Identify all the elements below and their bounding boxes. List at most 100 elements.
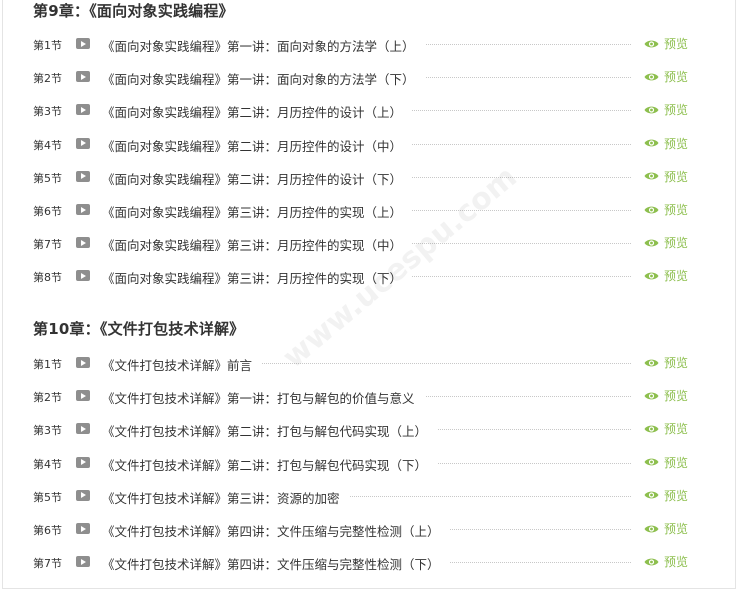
section-number: 第2节 (33, 391, 62, 405)
section-number: 第6节 (33, 205, 62, 218)
play-video-icon (76, 237, 90, 249)
lesson-row[interactable]: 第3节 《面向对象实践编程》第二讲：月历控件的设计（上） 预览 (3, 94, 740, 127)
lesson-title-link[interactable]: 《面向对象实践编程》第二讲：月历控件的设计（上） (102, 102, 413, 122)
preview-label: 预览 (664, 455, 689, 470)
eye-icon (644, 239, 659, 247)
eye-icon (644, 206, 659, 213)
lesson-row[interactable]: 第2节 《文件打包技术详解》第一讲：打包与解包的价值与意义 预览 (3, 380, 740, 413)
eye-icon (644, 106, 659, 114)
preview-label: 预览 (664, 269, 689, 284)
lesson-row[interactable]: 第1节 《文件打包技术详解》前言 预览 (3, 347, 740, 380)
section-number: 第2节 (33, 72, 62, 86)
preview-button[interactable]: 预览 (644, 68, 688, 85)
lesson-title-link[interactable]: 《文件打包技术详解》第二讲：打包与解包代码实现（上） (102, 421, 438, 441)
lesson-row[interactable]: 第4节 《面向对象实践编程》第二讲：月历控件的设计（中） 预览 (3, 128, 740, 161)
section-number: 第5节 (33, 490, 62, 504)
lesson-row[interactable]: 第7节 《文件打包技术详解》第四讲：文件压缩与完整性检测（下） 预览 (3, 546, 740, 579)
preview-label: 预览 (664, 555, 689, 570)
preview-label: 预览 (664, 70, 689, 85)
lesson-title-link[interactable]: 《面向对象实践编程》第三讲：月历控件的实现（下） (102, 268, 413, 288)
preview-label: 预览 (664, 169, 689, 184)
preview-label: 预览 (664, 203, 689, 217)
section-number: 第3节 (33, 105, 62, 119)
preview-button[interactable]: 预览 (644, 454, 688, 471)
play-video-icon (76, 523, 90, 534)
preview-label: 预览 (664, 422, 689, 437)
section-number: 第6节 (33, 524, 62, 537)
preview-button[interactable]: 预览 (644, 168, 688, 185)
play-video-icon (76, 204, 90, 215)
lesson-title-link[interactable]: 《面向对象实践编程》第二讲：月历控件的设计（下） (102, 168, 413, 188)
lesson-title-link[interactable]: 《文件打包技术详解》第一讲：打包与解包的价值与意义 (102, 388, 425, 408)
eye-icon (644, 558, 659, 566)
eye-icon (644, 272, 659, 280)
eye-icon (644, 425, 659, 433)
lesson-row[interactable]: 第6节 《面向对象实践编程》第三讲：月历控件的实现（上） 预览 (3, 194, 740, 227)
preview-button[interactable]: 预览 (644, 487, 688, 504)
eye-icon (644, 73, 659, 81)
preview-label: 预览 (664, 522, 689, 536)
preview-button[interactable]: 预览 (644, 101, 688, 118)
section-number: 第3节 (33, 424, 62, 438)
eye-icon (644, 458, 659, 466)
play-video-icon (76, 270, 90, 282)
lesson-title-link[interactable]: 《文件打包技术详解》前言 (102, 355, 263, 374)
play-video-icon (76, 357, 90, 368)
preview-button[interactable]: 预览 (644, 201, 688, 218)
preview-button[interactable]: 预览 (644, 420, 688, 437)
lesson-row[interactable]: 第8节 《面向对象实践编程》第三讲：月历控件的实现（下） 预览 (3, 260, 740, 293)
preview-button[interactable]: 预览 (644, 520, 688, 537)
chapter-title: 第9章：《面向对象实践编程》 (33, 2, 234, 20)
section-number: 第5节 (33, 171, 62, 185)
play-video-icon (76, 423, 90, 435)
eye-icon (644, 359, 659, 366)
lesson-row[interactable]: 第6节 《文件打包技术详解》第四讲：文件压缩与完整性检测（上） 预览 (3, 513, 740, 546)
section-number: 第8节 (33, 271, 62, 285)
section-number: 第7节 (33, 238, 62, 252)
lesson-row[interactable]: 第7节 《面向对象实践编程》第三讲：月历控件的实现（中） 预览 (3, 227, 740, 260)
lesson-title-link[interactable]: 《面向对象实践编程》第三讲：月历控件的实现（上） (102, 202, 413, 221)
lesson-row[interactable]: 第4节 《文件打包技术详解》第二讲：打包与解包代码实现（下） 预览 (3, 447, 740, 480)
preview-button[interactable]: 预览 (644, 234, 688, 251)
preview-button[interactable]: 预览 (644, 354, 688, 371)
eye-icon (644, 40, 659, 47)
lesson-title-link[interactable]: 《文件打包技术详解》第四讲：文件压缩与完整性检测（上） (102, 521, 450, 540)
eye-icon (644, 491, 659, 499)
section-number: 第1节 (33, 39, 62, 52)
section-number: 第1节 (33, 358, 62, 371)
preview-button[interactable]: 预览 (644, 135, 688, 152)
lesson-title-link[interactable]: 《文件打包技术详解》第四讲：文件压缩与完整性检测（下） (102, 554, 450, 574)
preview-label: 预览 (664, 389, 689, 404)
preview-button[interactable]: 预览 (644, 553, 688, 570)
lesson-row[interactable]: 第2节 《面向对象实践编程》第一讲：面向对象的方法学（下） 预览 (3, 61, 740, 94)
eye-icon (644, 139, 659, 147)
lesson-title-link[interactable]: 《面向对象实践编程》第三讲：月历控件的实现（中） (102, 235, 413, 255)
preview-button[interactable]: 预览 (644, 387, 688, 404)
chapter-title: 第10章：《文件打包技术详解》 (33, 320, 245, 338)
eye-icon (644, 172, 659, 180)
lesson-title-link[interactable]: 《文件打包技术详解》第二讲：打包与解包代码实现（下） (102, 454, 438, 474)
play-video-icon (76, 390, 90, 402)
lesson-row[interactable]: 第3节 《文件打包技术详解》第二讲：打包与解包代码实现（上） 预览 (3, 413, 740, 446)
preview-label: 预览 (664, 236, 689, 251)
preview-button[interactable]: 预览 (644, 267, 688, 284)
play-video-icon (76, 38, 90, 49)
lesson-row[interactable]: 第1节 《面向对象实践编程》第一讲：面向对象的方法学（上） 预览 (3, 28, 740, 61)
lesson-row[interactable]: 第5节 《文件打包技术详解》第三讲：资源的加密 预览 (3, 480, 740, 513)
preview-label: 预览 (664, 488, 689, 503)
section-number: 第4节 (33, 457, 62, 471)
lesson-title-link[interactable]: 《面向对象实践编程》第二讲：月历控件的设计（中） (102, 135, 413, 155)
play-video-icon (76, 137, 90, 149)
play-video-icon (76, 104, 90, 116)
preview-button[interactable]: 预览 (644, 35, 688, 52)
section-number: 第4节 (33, 138, 62, 152)
play-video-icon (76, 71, 90, 83)
eye-icon (644, 525, 659, 532)
lesson-title-link[interactable]: 《文件打包技术详解》第三讲：资源的加密 (102, 487, 350, 507)
preview-label: 预览 (664, 136, 689, 151)
lesson-title-link[interactable]: 《面向对象实践编程》第一讲：面向对象的方法学（下） (102, 69, 425, 89)
preview-label: 预览 (664, 103, 689, 118)
lesson-title-link[interactable]: 《面向对象实践编程》第一讲：面向对象的方法学（上） (102, 36, 425, 55)
course-outline-panel: 第9章：《面向对象实践编程》 第1节 《面向对象实践编程》第一讲：面向对象的方法学（… (2, 0, 736, 589)
lesson-row[interactable]: 第5节 《面向对象实践编程》第二讲：月历控件的设计（下） 预览 (3, 161, 740, 194)
